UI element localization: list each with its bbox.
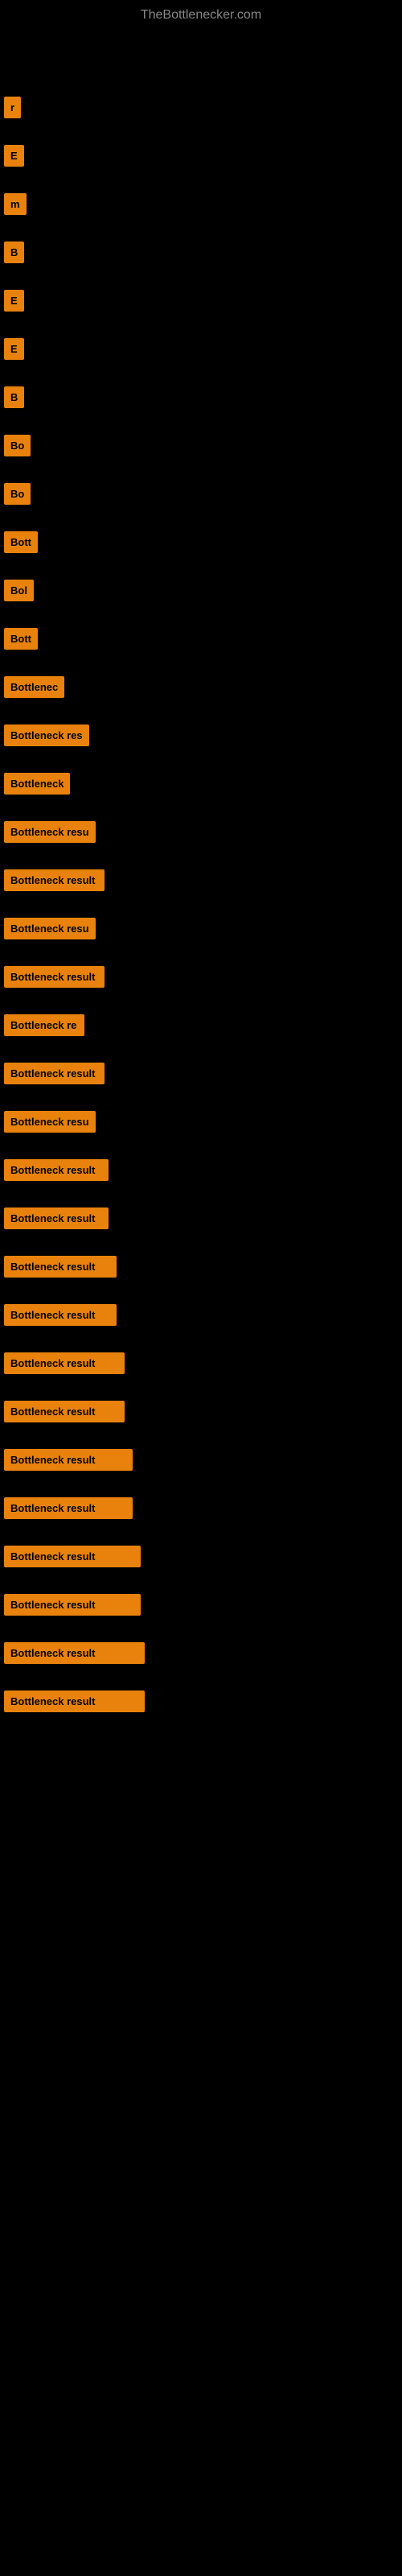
bottleneck-result-label: Bottleneck [4, 773, 70, 795]
bottleneck-result-label: Bottleneck result [4, 1594, 141, 1616]
bottleneck-result-label: Bottleneck resu [4, 1111, 96, 1133]
bottleneck-result-label: Bott [4, 531, 38, 553]
bottleneck-result-label: Bottleneck result [4, 1352, 125, 1374]
bottleneck-result-label: Bottleneck result [4, 869, 105, 891]
list-item: Bott [4, 518, 402, 566]
list-item: r [4, 83, 402, 131]
bottleneck-result-label: E [4, 290, 24, 312]
list-item: E [4, 276, 402, 324]
bottleneck-result-label: Bottleneck result [4, 1497, 133, 1519]
bottleneck-result-label: Bottleneck result [4, 1159, 109, 1181]
list-item: Bottlenec [4, 663, 402, 711]
list-item: Bottleneck resu [4, 1097, 402, 1146]
list-item: E [4, 131, 402, 180]
list-item: Bottleneck result [4, 1629, 402, 1677]
bottleneck-result-label: Bott [4, 628, 38, 650]
list-item: Bottleneck result [4, 1049, 402, 1097]
bottleneck-result-label: Bo [4, 483, 31, 505]
list-item: Bottleneck res [4, 711, 402, 759]
bottleneck-result-label: B [4, 386, 24, 408]
bottleneck-result-label: Bol [4, 580, 34, 601]
list-item: Bottleneck result [4, 1339, 402, 1387]
list-item: Bottleneck resu [4, 807, 402, 856]
bottleneck-result-label: r [4, 97, 21, 118]
items-container: r Em B E E B Bo Bo Bott Bol Bott Bottlenec Bottlenec… [0, 27, 402, 1725]
bottleneck-result-label: Bottleneck result [4, 1304, 117, 1326]
list-item: Bottleneck result [4, 1290, 402, 1339]
bottleneck-result-label: Bottleneck res [4, 724, 89, 746]
list-item: Bottleneck result [4, 952, 402, 1001]
bottleneck-result-label: Bottleneck result [4, 1401, 125, 1422]
bottleneck-result-label: Bottleneck result [4, 1063, 105, 1084]
bottleneck-result-label: Bottleneck result [4, 966, 105, 988]
bottleneck-result-label: Bottleneck result [4, 1449, 133, 1471]
bottleneck-result-label: E [4, 145, 24, 167]
list-item: Bottleneck result [4, 1435, 402, 1484]
bottleneck-result-label: E [4, 338, 24, 360]
list-item: Bol [4, 566, 402, 614]
bottleneck-result-label: Bottleneck result [4, 1208, 109, 1229]
list-item: Bo [4, 421, 402, 469]
bottleneck-result-label: B [4, 242, 24, 263]
bottleneck-result-label: Bo [4, 435, 31, 456]
list-item: Bottleneck result [4, 1532, 402, 1580]
bottleneck-result-label: Bottleneck result [4, 1690, 145, 1712]
list-item: Bottleneck [4, 759, 402, 807]
list-item: Bottleneck result [4, 1580, 402, 1629]
list-item: B [4, 373, 402, 421]
list-item: B [4, 228, 402, 276]
list-item [4, 35, 402, 83]
list-item: Bottleneck result [4, 1146, 402, 1194]
spacer [4, 47, 6, 71]
list-item: Bottleneck resu [4, 904, 402, 952]
list-item: Bottleneck re [4, 1001, 402, 1049]
list-item: Bottleneck result [4, 1484, 402, 1532]
list-item: Bottleneck result [4, 1242, 402, 1290]
bottleneck-result-label: Bottleneck resu [4, 821, 96, 843]
list-item: Bott [4, 614, 402, 663]
bottleneck-result-label: Bottleneck result [4, 1546, 141, 1567]
list-item: Bottleneck result [4, 856, 402, 904]
bottleneck-result-label: Bottleneck result [4, 1256, 117, 1278]
list-item: Bottleneck result [4, 1677, 402, 1725]
list-item: Bottleneck result [4, 1387, 402, 1435]
list-item: m [4, 180, 402, 228]
bottleneck-result-label: Bottlenec [4, 676, 64, 698]
site-title: TheBottlenecker.com [0, 0, 402, 27]
list-item: E [4, 324, 402, 373]
bottleneck-result-label: Bottleneck result [4, 1642, 145, 1664]
bottleneck-result-label: Bottleneck re [4, 1014, 84, 1036]
bottleneck-result-label: Bottleneck resu [4, 918, 96, 939]
list-item: Bo [4, 469, 402, 518]
list-item: Bottleneck result [4, 1194, 402, 1242]
bottleneck-result-label: m [4, 193, 27, 215]
